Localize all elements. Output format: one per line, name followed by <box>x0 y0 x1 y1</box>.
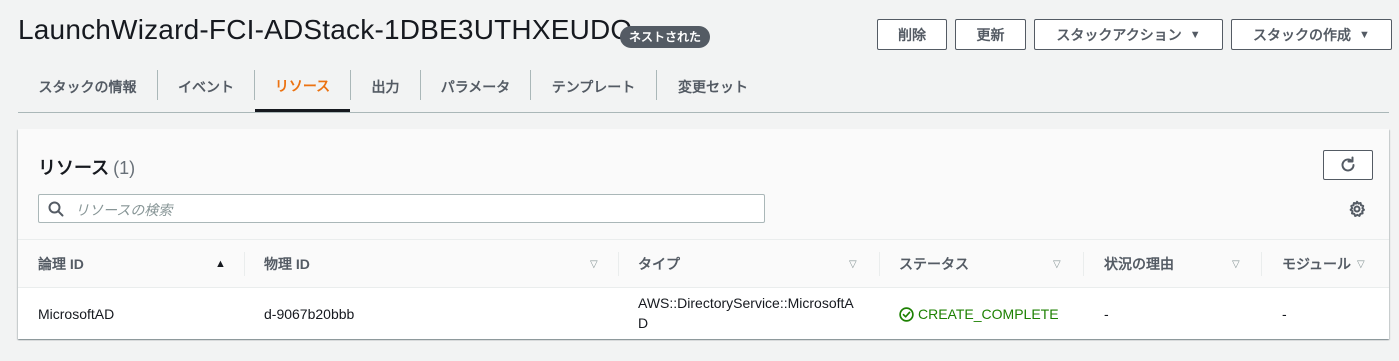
search-icon <box>48 201 64 217</box>
table-header: 論理 ID ▲ 物理 ID ▽ タイプ ▽ ステータス ▽ 状況の理由 ▽ モジ… <box>18 239 1389 288</box>
tab-stack-info[interactable]: スタックの情報 <box>18 62 157 112</box>
tab-parameters[interactable]: パラメータ <box>421 62 530 112</box>
delete-button-label: 削除 <box>898 26 926 43</box>
caret-down-icon: ▼ <box>1189 28 1201 41</box>
nested-badge: ネストされた <box>620 26 711 48</box>
column-divider <box>244 252 245 276</box>
resource-count: (1) <box>113 158 136 178</box>
tab-bar: スタックの情報 イベント リソース 出力 パラメータ テンプレート 変更セット <box>18 62 1389 113</box>
panel-title: リソース (1) <box>38 154 135 180</box>
panel-header: リソース (1) <box>18 129 1389 239</box>
cell-type-line2: D <box>638 315 649 331</box>
col-status-reason[interactable]: 状況の理由 <box>1104 240 1174 287</box>
stack-actions-label: スタックアクション <box>1056 26 1182 43</box>
column-divider <box>1083 252 1084 276</box>
tab-events[interactable]: イベント <box>158 62 254 112</box>
stack-actions-button[interactable]: スタックアクション ▼ <box>1034 19 1223 50</box>
tab-change-sets[interactable]: 変更セット <box>657 62 769 112</box>
col-type[interactable]: タイプ <box>638 240 680 287</box>
update-button[interactable]: 更新 <box>955 19 1026 50</box>
success-check-icon <box>899 306 914 322</box>
status-text: CREATE_COMPLETE <box>918 306 1059 322</box>
cell-logical-id: MicrosoftAD <box>38 306 115 322</box>
sort-icon[interactable]: ▽ <box>1357 259 1365 270</box>
column-divider <box>879 252 880 276</box>
column-divider <box>618 252 619 276</box>
search-box <box>38 194 765 224</box>
create-stack-button[interactable]: スタックの作成 ▼ <box>1231 19 1392 50</box>
delete-button[interactable]: 削除 <box>877 19 947 50</box>
sort-ascending-icon[interactable]: ▲ <box>215 258 226 270</box>
column-divider <box>1261 252 1262 276</box>
col-logical-id[interactable]: 論理 ID <box>38 240 84 287</box>
col-module[interactable]: モジュール <box>1282 240 1351 287</box>
refresh-button[interactable] <box>1323 150 1373 180</box>
sort-icon[interactable]: ▽ <box>1232 259 1240 270</box>
cell-module: - <box>1282 306 1287 322</box>
update-button-label: 更新 <box>976 26 1005 43</box>
refresh-icon <box>1341 156 1355 172</box>
cell-status: CREATE_COMPLETE <box>899 304 1059 324</box>
tab-outputs[interactable]: 出力 <box>351 62 420 112</box>
search-input[interactable] <box>73 195 757 224</box>
tab-resources[interactable]: リソース <box>255 62 350 112</box>
col-status[interactable]: ステータス <box>899 240 969 287</box>
col-physical-id[interactable]: 物理 ID <box>264 240 310 287</box>
sort-icon[interactable]: ▽ <box>1053 259 1061 270</box>
sort-icon[interactable]: ▽ <box>590 259 598 270</box>
sort-icon[interactable]: ▽ <box>849 259 857 270</box>
settings-gear-icon[interactable] <box>1348 200 1366 218</box>
tab-template[interactable]: テンプレート <box>531 62 656 112</box>
page-title: LaunchWizard-FCI-ADStack-1DBE3UTHXEUDO <box>18 14 633 45</box>
caret-down-icon: ▼ <box>1359 28 1370 41</box>
cell-type-line1: AWS::DirectoryService::MicrosoftA <box>638 295 854 311</box>
cell-type: AWS::DirectoryService::MicrosoftA D <box>638 293 854 333</box>
panel-title-text: リソース <box>38 158 110 178</box>
resources-panel: リソース(1) 論理 ID ▲ 物理 ID ▽ <box>18 129 1389 339</box>
cell-physical-id: d-9067b20bbb <box>264 306 355 322</box>
cell-status-reason: - <box>1104 306 1109 322</box>
table-row: MicrosoftAD d-9067b20bbb AWS::DirectoryS… <box>18 288 1389 339</box>
create-stack-label: スタックの作成 <box>1253 26 1352 43</box>
